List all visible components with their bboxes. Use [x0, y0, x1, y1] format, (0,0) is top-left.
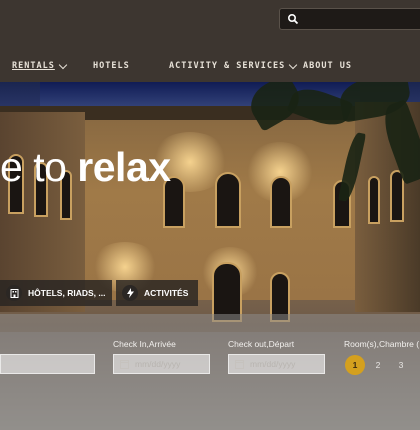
- nav-item-about-us[interactable]: ABOUT US: [303, 61, 352, 71]
- tab-hotels-riads[interactable]: HÔTELS, RIADS, ...: [0, 280, 112, 306]
- site-header: RENTALS HOTELS ACTIVITY & SERVICES ABOUT…: [0, 0, 420, 82]
- rooms-label: Room(s),Chambre (: [344, 339, 420, 349]
- checkout-field[interactable]: mm/dd/yyyy: [228, 354, 325, 374]
- hero-banner: e to relax HÔTELS, RIADS, ... ACTIVITÉS …: [0, 82, 420, 430]
- hero-slogan: e to relax: [0, 144, 171, 191]
- chevron-down-icon: [58, 60, 68, 69]
- checkin-field[interactable]: mm/dd/yyyy: [113, 354, 210, 374]
- room-option-3[interactable]: 3: [391, 355, 411, 375]
- window: [368, 176, 380, 224]
- search-icon: [287, 13, 299, 25]
- checkout-placeholder: mm/dd/yyyy: [250, 359, 296, 369]
- room-option-2[interactable]: 2: [368, 355, 388, 375]
- search-input[interactable]: [279, 8, 420, 30]
- main-nav: RENTALS HOTELS ACTIVITY & SERVICES ABOUT…: [0, 58, 420, 76]
- tab-activites[interactable]: ACTIVITÉS: [116, 280, 198, 306]
- bolt-icon: [122, 285, 138, 301]
- nav-label: HOTELS: [93, 61, 130, 71]
- window: [215, 172, 241, 228]
- checkin-label: Check In,Arrivée: [113, 339, 176, 349]
- nav-label: ACTIVITY & SERVICES: [169, 61, 286, 71]
- destination-field[interactable]: [0, 354, 95, 374]
- slogan-highlight: relax: [77, 144, 171, 190]
- nav-label: RENTALS: [12, 61, 55, 71]
- calendar-icon: [120, 359, 129, 369]
- checkin-placeholder: mm/dd/yyyy: [135, 359, 181, 369]
- calendar-icon: [235, 359, 244, 369]
- nav-label: ABOUT US: [303, 61, 352, 71]
- nav-item-rentals[interactable]: RENTALS: [12, 60, 68, 71]
- tab-label: HÔTELS, RIADS, ...: [28, 288, 106, 298]
- doorway: [212, 262, 242, 322]
- checkout-label: Check out,Départ: [228, 339, 295, 349]
- window: [270, 176, 292, 228]
- tab-label: ACTIVITÉS: [144, 288, 189, 298]
- slogan-text: e to: [0, 144, 67, 190]
- nav-item-hotels[interactable]: HOTELS: [93, 61, 130, 71]
- nav-item-activity-services[interactable]: ACTIVITY & SERVICES: [169, 60, 298, 71]
- chevron-down-icon: [288, 60, 298, 69]
- building-icon: [6, 285, 22, 301]
- room-option-1[interactable]: 1: [345, 355, 365, 375]
